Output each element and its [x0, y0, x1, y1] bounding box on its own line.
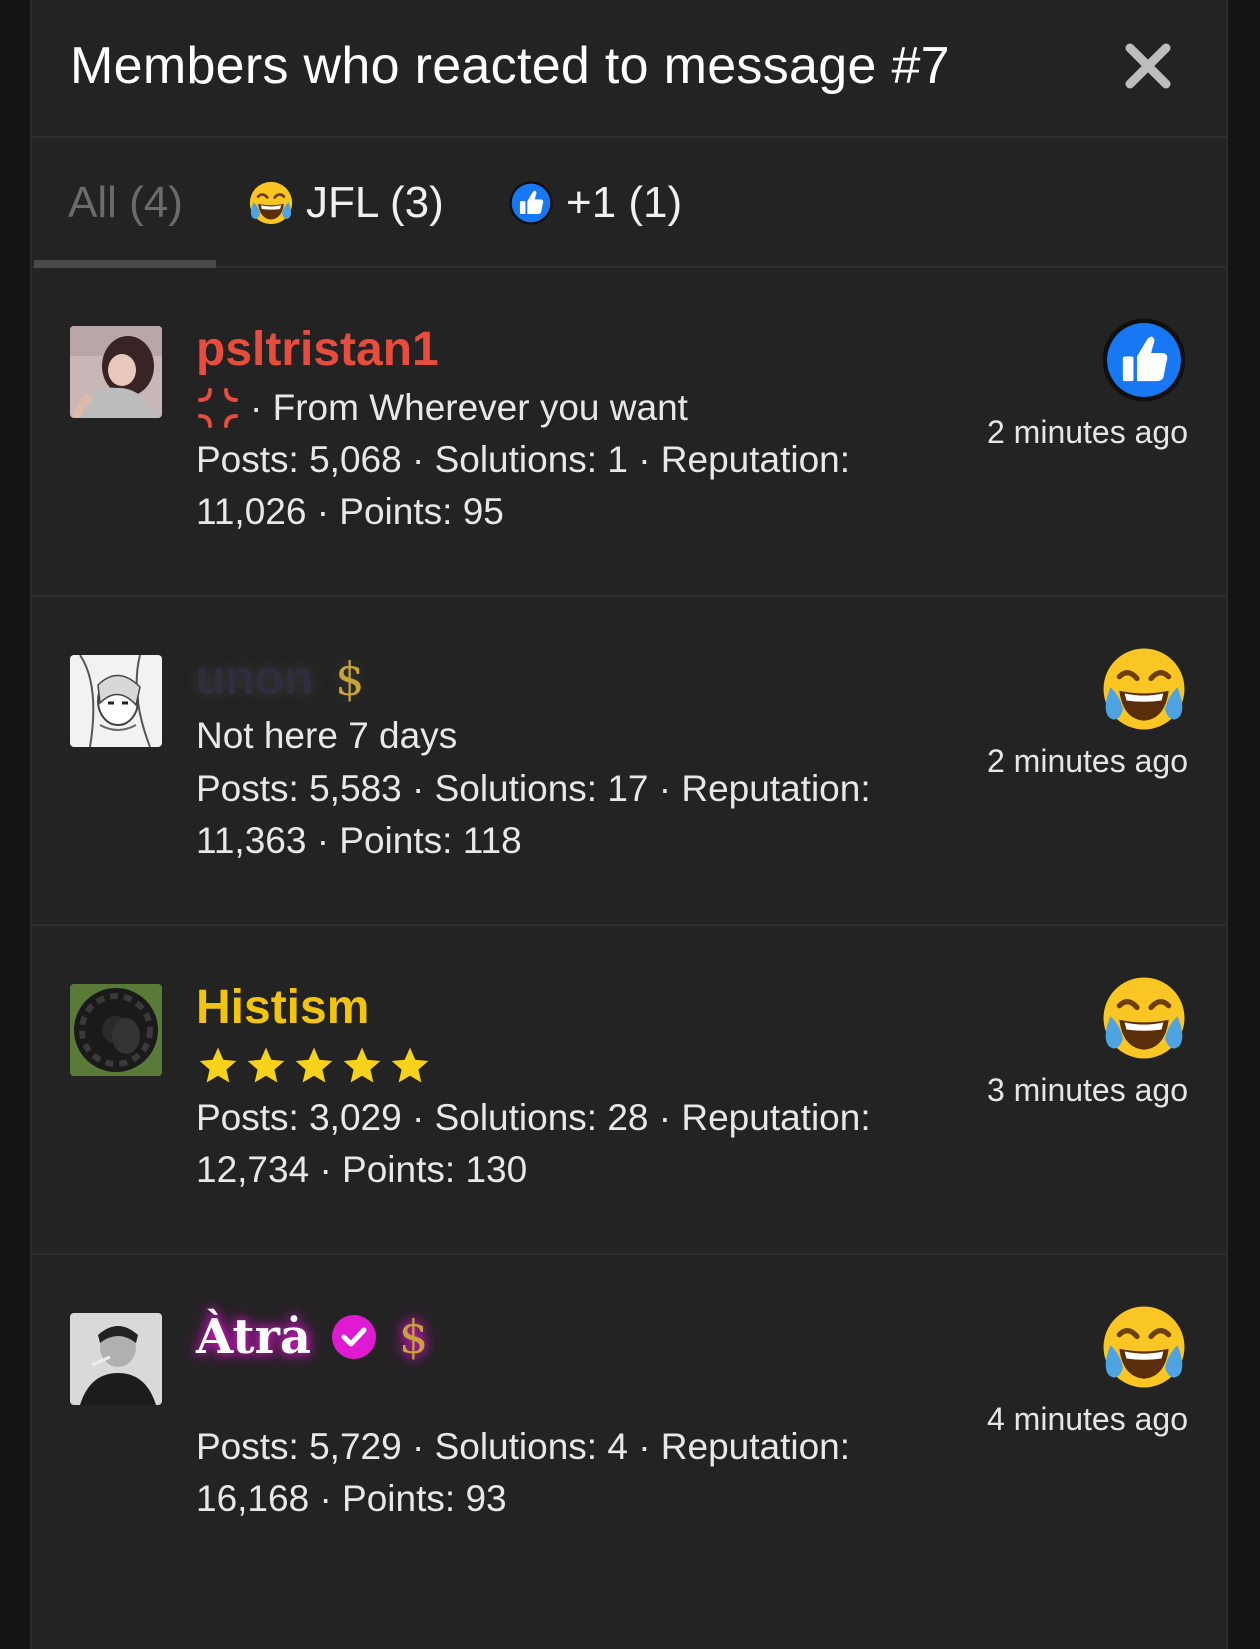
- tab-plus-one[interactable]: +1 (1): [508, 178, 682, 228]
- active-tab-indicator: [34, 260, 216, 268]
- tab-jfl-label: JFL (3): [306, 178, 444, 227]
- tab-all-label: All (4): [68, 178, 183, 227]
- thumbs-up-icon: [1100, 316, 1188, 404]
- username[interactable]: Àtrȧ $: [196, 1309, 428, 1365]
- dialog-header: Members who reacted to message #7: [32, 0, 1226, 138]
- tab-all[interactable]: All (4): [68, 178, 183, 228]
- star-icon: [199, 1047, 237, 1083]
- reaction-time: 2 minutes ago: [986, 743, 1188, 779]
- member-location: · From Wherever you want: [196, 386, 688, 430]
- username[interactable]: unon $: [196, 651, 365, 706]
- status-text: Not here 7 days: [196, 715, 458, 756]
- member-stats: Posts: 5,583 · Solutions: 17 · Reputatio…: [196, 768, 871, 861]
- member-row: Histism Posts: 3,029 · Solutions: 28 · R…: [32, 926, 1226, 1255]
- reaction-time: 2 minutes ago: [986, 414, 1188, 450]
- reaction-time: 3 minutes ago: [986, 1072, 1188, 1108]
- anger-symbol-icon: [198, 388, 238, 428]
- star-icon: [295, 1047, 333, 1083]
- crying-laughing-emoji-icon: [1100, 974, 1188, 1062]
- dialog-title: Members who reacted to message #7: [70, 37, 950, 95]
- supporter-badge: $: [398, 1310, 429, 1364]
- avatar[interactable]: [70, 655, 162, 747]
- crying-laughing-emoji-icon: [1100, 1303, 1188, 1391]
- reaction-time: 4 minutes ago: [986, 1401, 1188, 1437]
- close-icon[interactable]: [1120, 38, 1176, 94]
- star-icon: [247, 1047, 285, 1083]
- avatar[interactable]: [70, 1313, 162, 1405]
- member-stats: Posts: 3,029 · Solutions: 28 · Reputatio…: [196, 1097, 871, 1190]
- username-text: unon: [196, 652, 314, 705]
- avatar[interactable]: [70, 326, 162, 418]
- crying-laughing-emoji-icon: [248, 180, 294, 226]
- member-row: psltristan1 · From Wherever you want Pos…: [32, 268, 1226, 597]
- verified-badge-icon: [331, 1315, 376, 1359]
- reactions-dialog: Members who reacted to message #7 All (4…: [30, 0, 1228, 1649]
- member-row: Àtrȧ $ Posts: 5,729 · Solutions: 4 · Rep…: [32, 1255, 1226, 1584]
- supporter-badge: $: [335, 651, 365, 706]
- rating-stars: [196, 1044, 432, 1088]
- avatar[interactable]: [70, 984, 162, 1076]
- thumbs-up-icon: [508, 180, 554, 226]
- username-text: psltristan1: [196, 323, 439, 376]
- member-status: Not here 7 days: [196, 715, 457, 757]
- tab-jfl[interactable]: JFL (3): [248, 178, 444, 228]
- crying-laughing-emoji-icon: [1100, 645, 1188, 733]
- member-stats: Posts: 5,068 · Solutions: 1 · Reputation…: [196, 439, 851, 532]
- location-text: · From Wherever you want: [250, 387, 688, 428]
- reaction-tabs: All (4) JFL (3) +1 (1): [32, 138, 1226, 268]
- username[interactable]: Histism: [196, 980, 369, 1035]
- star-icon: [391, 1047, 429, 1083]
- username[interactable]: psltristan1: [196, 322, 439, 377]
- star-icon: [343, 1047, 381, 1083]
- username-text: Histism: [196, 981, 370, 1034]
- username-text: Àtrȧ: [196, 1309, 311, 1365]
- member-row: unon $ Not here 7 days Posts: 5,583 · So…: [32, 597, 1226, 926]
- tab-plus-one-label: +1 (1): [566, 178, 683, 227]
- member-stats: Posts: 5,729 · Solutions: 4 · Reputation…: [196, 1426, 851, 1519]
